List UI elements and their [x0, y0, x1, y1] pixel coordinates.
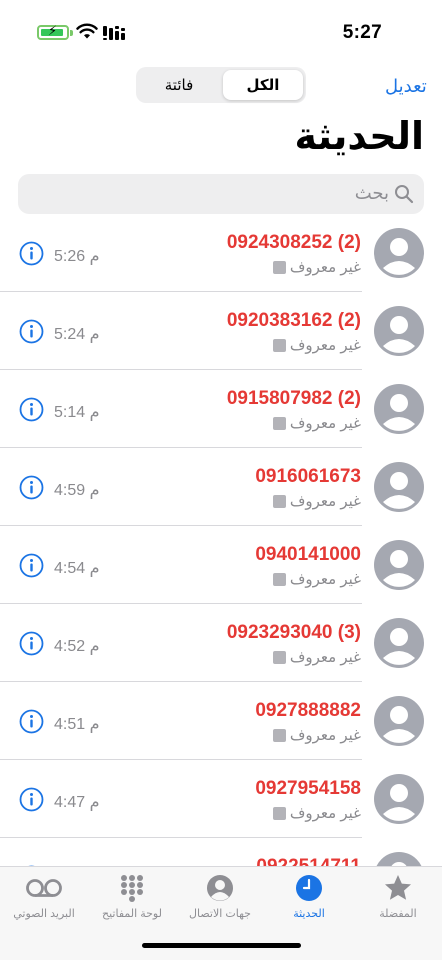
call-number: 0924308252 (2)	[226, 232, 361, 253]
page-title: الحديثة	[294, 116, 424, 158]
call-row[interactable]: 0920383162 (2) غير معروف 5:24 م	[0, 292, 442, 370]
call-label: غير معروف	[272, 258, 361, 276]
call-label: غير معروف	[272, 726, 361, 744]
call-row[interactable]: 0916061673 غير معروف 4:59 م	[0, 448, 442, 526]
call-number: 0915807982 (2)	[226, 388, 361, 409]
wifi-icon	[76, 23, 98, 39]
avatar-icon	[374, 384, 424, 434]
call-label: غير معروف	[272, 648, 361, 666]
avatar-icon	[376, 852, 422, 866]
info-icon[interactable]	[19, 475, 44, 500]
search-field[interactable]: بحث	[18, 174, 424, 214]
call-label: غير معروف	[272, 570, 361, 588]
info-icon[interactable]	[19, 241, 44, 266]
edit-button[interactable]: تعديل	[385, 76, 427, 97]
call-label-text: غير معروف	[289, 415, 361, 432]
call-row[interactable]: 0922514711	[0, 838, 442, 866]
status-bar: ⚡ 5:27	[0, 0, 442, 62]
sim-icon	[272, 494, 286, 508]
call-time: 4:59 م	[54, 482, 100, 499]
sim-icon	[272, 572, 286, 586]
call-row[interactable]: 0915807982 (2) غير معروف 5:14 م	[0, 370, 442, 448]
call-label-text: غير معروف	[289, 493, 361, 510]
call-time: 4:47 م	[54, 794, 100, 811]
info-icon[interactable]	[19, 787, 44, 812]
avatar-icon	[374, 618, 424, 668]
segment-all[interactable]: الكل	[223, 70, 303, 100]
call-label-text: غير معروف	[289, 337, 361, 354]
call-number: 0927954158	[255, 778, 361, 799]
battery-charging-icon: ⚡	[37, 23, 73, 40]
call-time: 5:14 م	[54, 404, 100, 421]
tab-favorites[interactable]: المفضلة	[354, 873, 442, 920]
call-time: 5:26 م	[54, 248, 100, 265]
sim-icon	[272, 338, 286, 352]
call-label: غير معروف	[272, 414, 361, 432]
sim-icon	[272, 650, 286, 664]
tab-label: الحديثة	[293, 908, 325, 920]
call-label-text: غير معروف	[289, 571, 361, 588]
call-number: 0940141000	[255, 544, 361, 565]
avatar-icon	[374, 696, 424, 746]
filter-segmented-control: فائتة الكل	[136, 67, 306, 103]
tab-recents[interactable]: الحديثة	[265, 873, 353, 920]
sim-icon	[272, 728, 286, 742]
clock-icon	[296, 875, 322, 901]
tab-keypad[interactable]: لوحة المفاتيح	[88, 873, 176, 920]
info-icon[interactable]	[19, 397, 44, 422]
call-label: غير معروف	[272, 804, 361, 822]
call-row[interactable]: 0927888882 غير معروف 4:51 م	[0, 682, 442, 760]
info-icon[interactable]	[19, 319, 44, 344]
call-number: 0922514711	[256, 856, 361, 866]
call-time: 4:54 م	[54, 560, 100, 577]
call-label: غير معروف	[272, 336, 361, 354]
tab-label: المفضلة	[379, 908, 417, 920]
info-icon[interactable]	[19, 631, 44, 656]
call-time: 5:24 م	[54, 326, 100, 343]
voicemail-icon	[26, 879, 62, 897]
recent-calls-list: 0924308252 (2) غير معروف 5:26 م 09203831…	[0, 214, 442, 866]
call-row[interactable]: 0923293040 (3) غير معروف 4:52 م	[0, 604, 442, 682]
star-icon	[385, 875, 411, 900]
avatar-icon	[374, 462, 424, 512]
sim-icon	[272, 416, 286, 430]
search-icon	[395, 185, 414, 204]
call-row[interactable]: 0927954158 غير معروف 4:47 م	[0, 760, 442, 838]
call-label: غير معروف	[272, 492, 361, 510]
keypad-icon	[121, 875, 143, 902]
tab-label: جهات الاتصال	[189, 908, 251, 920]
call-time: 4:52 م	[54, 638, 100, 655]
person-circle-icon	[207, 875, 233, 901]
call-number: 0920383162 (2)	[226, 310, 361, 331]
status-time: 5:27	[342, 22, 382, 43]
info-icon[interactable]	[19, 553, 44, 578]
avatar-icon	[374, 774, 424, 824]
tab-contacts[interactable]: جهات الاتصال	[176, 873, 264, 920]
avatar-icon	[374, 228, 424, 278]
call-row[interactable]: 0924308252 (2) غير معروف 5:26 م	[0, 214, 442, 292]
info-icon[interactable]	[19, 709, 44, 734]
tab-label: البريد الصوتي	[13, 908, 75, 920]
call-number: 0923293040 (3)	[226, 622, 361, 643]
tab-voicemail[interactable]: البريد الصوتي	[0, 873, 88, 920]
sim-icon	[272, 806, 286, 820]
search-placeholder: بحث	[354, 183, 389, 203]
call-time: 4:51 م	[54, 716, 100, 733]
call-label-text: غير معروف	[289, 649, 361, 666]
call-number: 0927888882	[255, 700, 361, 721]
tab-label: لوحة المفاتيح	[102, 908, 162, 920]
avatar-icon	[374, 540, 424, 590]
call-row[interactable]: 0940141000 غير معروف 4:54 م	[0, 526, 442, 604]
sim-icon	[272, 260, 286, 274]
avatar-icon	[374, 306, 424, 356]
home-indicator	[142, 943, 301, 948]
call-label-text: غير معروف	[289, 727, 361, 744]
segment-missed[interactable]: فائتة	[139, 70, 219, 100]
cellular-signal-icon	[103, 26, 125, 40]
call-label-text: غير معروف	[289, 805, 361, 822]
call-number: 0916061673	[255, 466, 361, 487]
call-label-text: غير معروف	[289, 259, 361, 276]
